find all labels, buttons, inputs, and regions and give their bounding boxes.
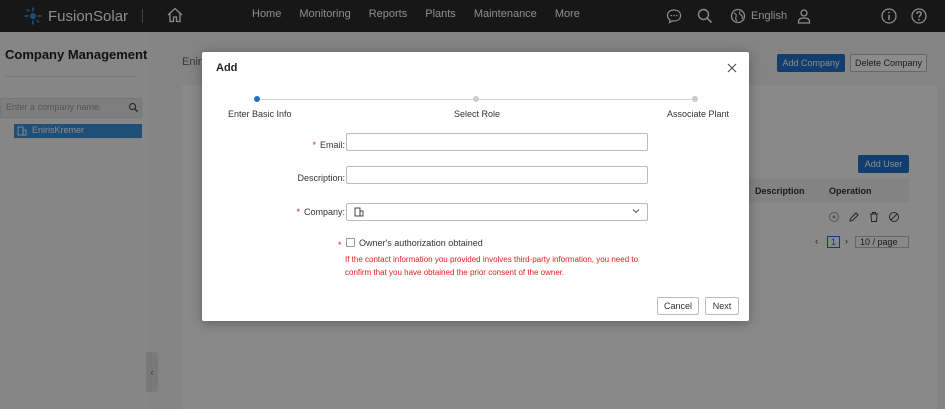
step-connector [479,99,693,100]
next-button[interactable]: Next [705,297,739,315]
step-indicator [473,96,479,102]
step-basic-info: Enter Basic Info [228,109,292,119]
description-label: Description: [297,173,345,183]
company-label: * Company: [296,207,345,217]
company-select[interactable] [346,203,648,221]
step-indicator [692,96,698,102]
building-icon [354,207,364,217]
add-user-dialog: Add Enter Basic Info Select Role Associa… [202,52,749,321]
step-connector [260,99,475,100]
required-marker: * [338,240,342,250]
step-select-role: Select Role [454,109,501,119]
dialog-title: Add [216,62,238,74]
authorization-label: Owner's authorization obtained [359,238,483,248]
close-icon[interactable] [726,62,738,74]
email-label: * Email: [312,140,345,150]
consent-warning-text: If the contact information you provided … [345,255,639,277]
chevron-down-icon[interactable] [632,207,640,215]
email-field[interactable] [346,133,648,151]
authorization-checkbox[interactable] [346,238,355,247]
cancel-button[interactable]: Cancel [657,297,699,315]
step-indicator-active [254,96,260,102]
step-associate-plant: Associate Plant [667,109,730,119]
description-field[interactable] [346,166,648,184]
